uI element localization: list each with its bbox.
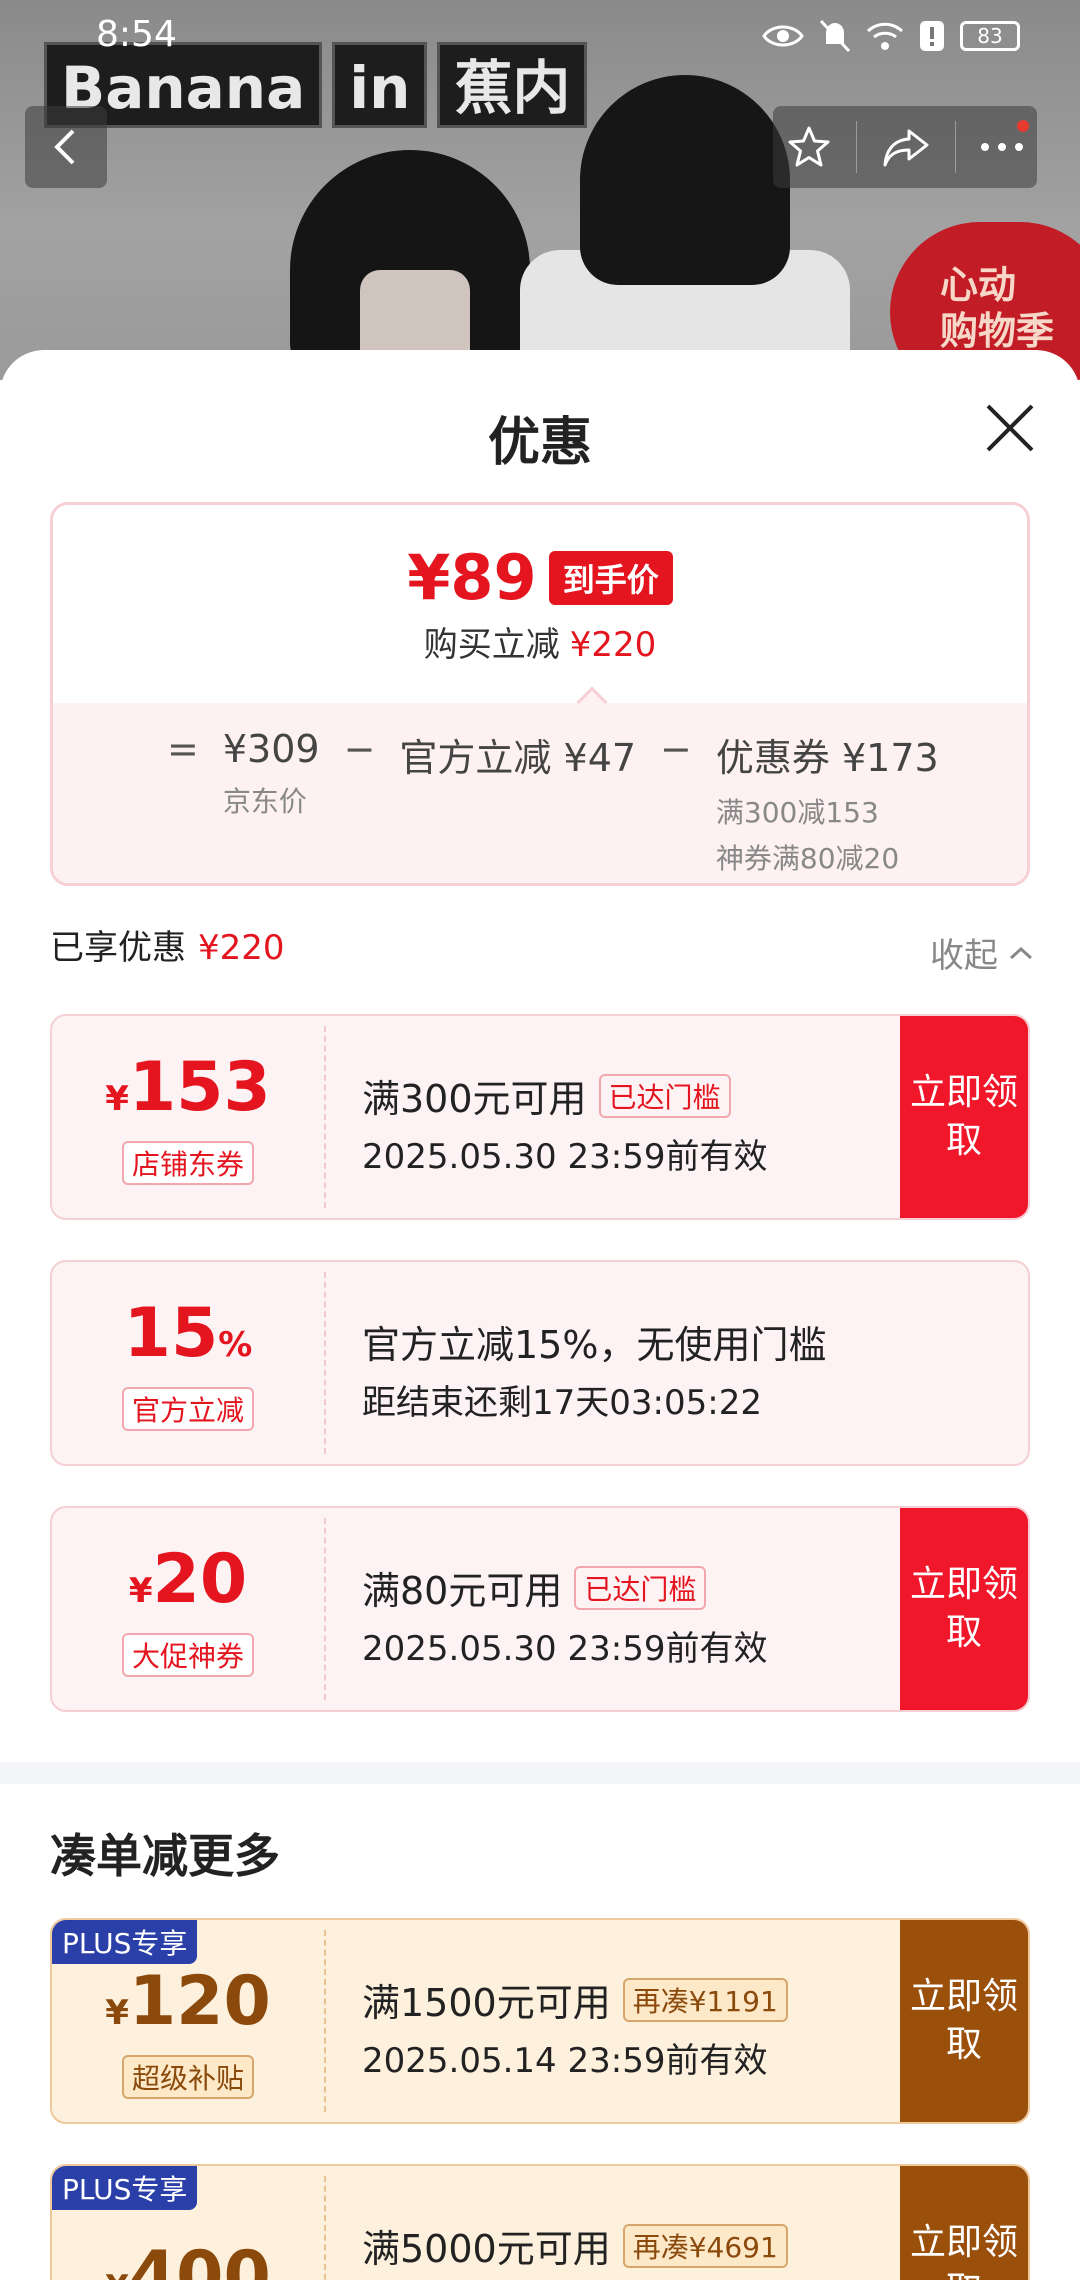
jd-price: ¥309 <box>222 727 320 771</box>
status-bar: 8:54 83 <box>0 0 1080 72</box>
claim-coupon-button[interactable]: 立即领取 <box>900 1508 1028 1710</box>
more-icon[interactable] <box>979 141 1025 153</box>
star-icon[interactable] <box>785 123 833 171</box>
action-buttons <box>773 106 1037 188</box>
price-summary-card: ¥89 到手价 购买立减 ¥220 = ¥309 京东价 − 官方立减 ¥47 − <box>50 502 1030 886</box>
battery-icon: 83 <box>960 21 1020 51</box>
model-image-right <box>580 75 790 285</box>
chevron-left-icon <box>54 129 75 165</box>
status-icons: 83 <box>762 18 1020 54</box>
jd-price-label: 京东价 <box>222 785 307 818</box>
coupon-promo: ¥20 大促神券 满80元可用 已达门槛 2025.05.30 23:59前有效 … <box>50 1506 1030 1712</box>
claim-coupon-button[interactable]: 立即领取 <box>900 1016 1028 1218</box>
enjoyed-discount: 已享优惠 ¥220 <box>50 928 285 968</box>
coupon-discount: 优惠券 ¥173 <box>715 736 939 780</box>
instant-discount-line: 购买立减 ¥220 <box>423 625 657 665</box>
mute-bell-icon <box>819 19 851 53</box>
price-breakdown: = ¥309 京东价 − 官方立减 ¥47 − 优惠券 ¥173 满300减15… <box>167 727 939 875</box>
close-icon[interactable] <box>982 400 1038 456</box>
coupon-plus: PLUS专享 ¥120 超级补贴 满1500元可用 再凑¥1191 2025.05… <box>50 1918 1030 2124</box>
alert-icon <box>920 21 944 51</box>
more-discounts-title: 凑单减更多 <box>50 1829 280 1883</box>
official-discount: 官方立减 ¥47 <box>399 736 637 780</box>
share-icon[interactable] <box>881 125 931 169</box>
coupon-store: ¥153 店铺东券 满300元可用 已达门槛 2025.05.30 23:59前有… <box>50 1014 1030 1220</box>
claim-coupon-button[interactable]: 立即领取 <box>900 1920 1028 2122</box>
collapse-toggle[interactable]: 收起 <box>930 928 1034 977</box>
coupon-plus: PLUS专享 ¥400 满5000元可用再凑¥4691 立即领取 <box>50 2164 1030 2280</box>
eye-icon <box>762 25 804 47</box>
sheet-title: 优惠 <box>487 413 592 473</box>
final-price-tag: 到手价 <box>548 550 673 605</box>
model-image-left <box>290 150 530 380</box>
notification-dot <box>1017 120 1029 132</box>
discount-sheet: 优惠 ¥89 到手价 购买立减 ¥220 = ¥309 京东价 − 官方立减 ¥4… <box>0 350 1080 2280</box>
coupon-official: 15% 官方立减 官方立减15%，无使用门槛 距结束还剩17天03:05:22 <box>50 1260 1030 1466</box>
back-button[interactable] <box>25 106 107 188</box>
section-divider <box>0 1762 1080 1784</box>
claim-coupon-button[interactable]: 立即领取 <box>900 2166 1028 2280</box>
wifi-icon <box>866 22 904 50</box>
final-price: ¥89 <box>407 541 537 614</box>
status-time: 8:54 <box>96 14 177 55</box>
chevron-up-icon <box>1009 946 1033 959</box>
